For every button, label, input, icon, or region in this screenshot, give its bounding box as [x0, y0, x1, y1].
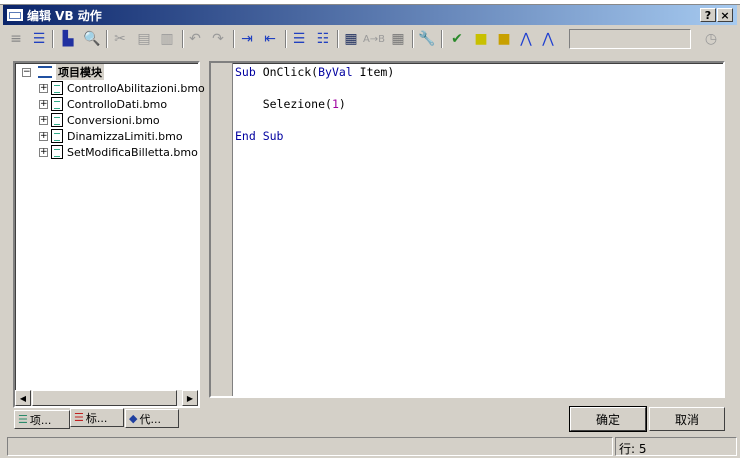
- tree-item-label: DinamizzaLimiti.bmo: [67, 129, 183, 143]
- code-line: Selezione(1): [235, 97, 346, 111]
- collapse-icon[interactable]: −: [22, 67, 31, 77]
- tree-item[interactable]: + Conversioni.bmo: [39, 112, 160, 128]
- indent-icon[interactable]: ⇥: [238, 30, 256, 48]
- expand-icon[interactable]: +: [39, 99, 48, 109]
- find-icon[interactable]: ▦: [342, 30, 360, 48]
- tree-item[interactable]: + DinamizzaLimiti.bmo: [39, 128, 183, 144]
- tags-tab-icon: ☰: [74, 411, 84, 424]
- expand-icon[interactable]: +: [39, 115, 48, 125]
- code-tab-icon: ◆: [129, 412, 138, 425]
- project-icon: [38, 66, 52, 78]
- separator: [412, 30, 414, 48]
- compass-icon[interactable]: ⋀: [539, 30, 557, 48]
- separator: [182, 30, 184, 48]
- tree-horizontal-scrollbar[interactable]: ◀ ▶: [15, 390, 198, 406]
- help-button[interactable]: ?: [700, 8, 716, 22]
- copy-icon[interactable]: ▤: [135, 30, 153, 48]
- project-tree: − 项目模块 + ControlloAbilitazioni.bmo + Contr…: [13, 61, 205, 408]
- title-bar: 编辑 VB 动作 ? ×: [3, 5, 737, 25]
- tree-item-label: ControlloAbilitazioni.bmo: [67, 81, 205, 95]
- clock-icon[interactable]: ◷: [702, 30, 720, 48]
- replace-icon[interactable]: A→B: [363, 30, 385, 48]
- print-preview-icon[interactable]: 🔍: [83, 30, 101, 48]
- separator: [441, 30, 443, 48]
- tab-label: 项...: [29, 413, 52, 427]
- scroll-right-icon[interactable]: ▶: [182, 390, 198, 406]
- module-file-icon: [51, 145, 63, 159]
- outdent-icon[interactable]: ⇤: [261, 30, 279, 48]
- project-tab-icon: ☰: [18, 413, 28, 426]
- toolbar-search-input[interactable]: [569, 29, 691, 49]
- code-line: End Sub: [235, 129, 284, 143]
- separator: [285, 30, 287, 48]
- separator: [337, 30, 339, 48]
- module-file-icon: [51, 129, 63, 143]
- editor-gutter: [211, 63, 233, 396]
- tree-item-label: SetModificaBilletta.bmo: [67, 145, 198, 159]
- check-syntax-icon[interactable]: ✔: [448, 30, 466, 48]
- expand-icon[interactable]: +: [39, 147, 48, 157]
- tab-label: 代...: [139, 412, 161, 426]
- separator: [106, 30, 108, 48]
- window-icon: [7, 9, 23, 21]
- code-editor[interactable]: Sub OnClick(ByVal Item) Selezione(1) End…: [209, 61, 725, 398]
- cancel-button[interactable]: 取消: [649, 407, 725, 431]
- tab-label: 标...: [85, 411, 108, 425]
- paste-icon[interactable]: ▥: [158, 30, 176, 48]
- wrench-icon[interactable]: 🔧: [418, 30, 436, 48]
- status-line-number: 行: 5: [615, 437, 737, 456]
- module-file-icon: [51, 97, 63, 111]
- module-file-icon: [51, 113, 63, 127]
- object-icon[interactable]: ■: [472, 30, 490, 48]
- undo-icon[interactable]: ↶: [186, 30, 204, 48]
- compass-object-icon[interactable]: ⋀: [517, 30, 535, 48]
- find-next-icon[interactable]: ▦: [389, 30, 407, 48]
- expand-icon[interactable]: +: [39, 131, 48, 141]
- tab-code[interactable]: ◆ 代...: [125, 409, 179, 428]
- tab-tags[interactable]: ☰ 标...: [70, 408, 124, 427]
- tab-project[interactable]: ☰ 项...: [14, 410, 70, 429]
- object-add-icon[interactable]: ■: [495, 30, 513, 48]
- code-line: Sub OnClick(ByVal Item): [235, 65, 395, 79]
- status-bar: [7, 437, 613, 456]
- tree-item[interactable]: + ControlloDati.bmo: [39, 96, 167, 112]
- comment-icon[interactable]: ☰: [290, 30, 308, 48]
- tree-item[interactable]: + ControlloAbilitazioni.bmo: [39, 80, 205, 96]
- separator: [52, 30, 54, 48]
- ok-button[interactable]: 确定: [569, 406, 647, 432]
- tree-root[interactable]: − 项目模块: [22, 64, 104, 80]
- module-file-icon: [51, 81, 63, 95]
- expand-icon[interactable]: +: [39, 83, 48, 93]
- scroll-left-icon[interactable]: ◀: [15, 390, 31, 406]
- redo-icon[interactable]: ↷: [209, 30, 227, 48]
- tree-item[interactable]: + SetModificaBilletta.bmo: [39, 144, 198, 160]
- separator: [233, 30, 235, 48]
- print-icon[interactable]: ▙: [59, 30, 77, 48]
- scroll-thumb[interactable]: [32, 390, 177, 406]
- window-title: 编辑 VB 动作: [27, 8, 102, 23]
- toggle-panel-icon[interactable]: ☰: [30, 30, 48, 48]
- close-button[interactable]: ×: [717, 8, 733, 22]
- grip-icon: ≡: [10, 31, 22, 47]
- tree-item-label: ControlloDati.bmo: [67, 97, 168, 111]
- tree-item-label: Conversioni.bmo: [67, 113, 160, 127]
- uncomment-icon[interactable]: ☷: [314, 30, 332, 48]
- tree-root-label: 项目模块: [56, 64, 104, 80]
- cut-icon[interactable]: ✂: [111, 30, 129, 48]
